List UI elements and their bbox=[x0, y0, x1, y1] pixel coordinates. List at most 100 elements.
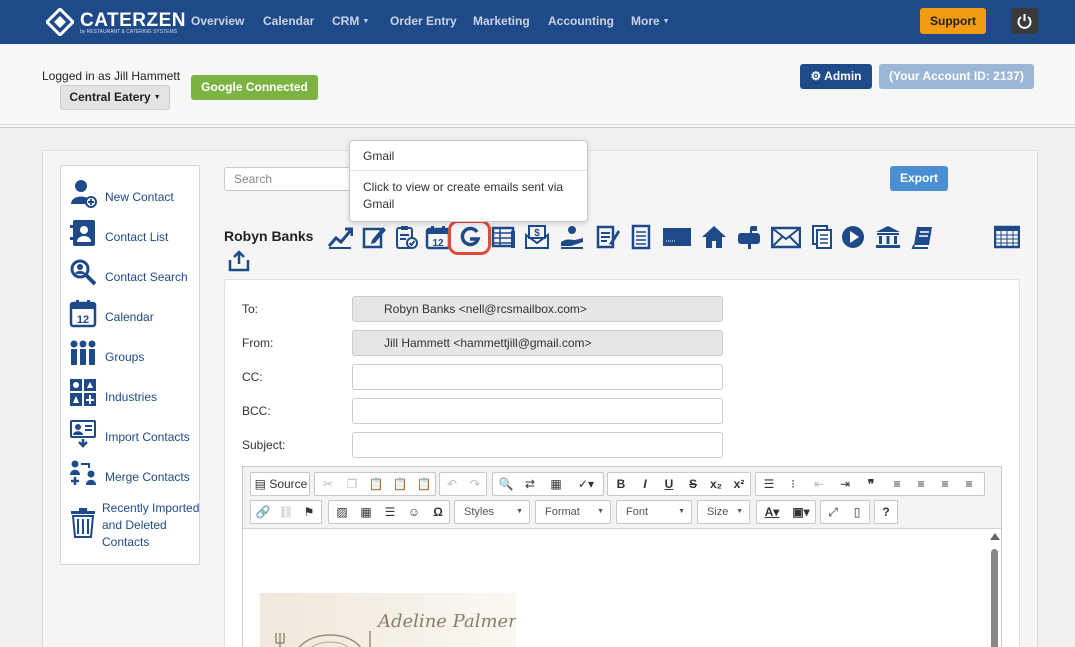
help-icon[interactable]: ? bbox=[875, 501, 897, 523]
notes-icon[interactable] bbox=[595, 224, 621, 250]
clipboard-check-icon[interactable] bbox=[393, 224, 419, 250]
sidebar-item-contact-search[interactable]: Contact Search bbox=[69, 258, 199, 292]
background-color-icon[interactable]: ▣▾ bbox=[788, 501, 814, 523]
table-icon[interactable]: ▦ bbox=[355, 501, 377, 523]
company-select[interactable]: Central Eatery ▼ bbox=[60, 85, 170, 110]
underline-icon[interactable]: U bbox=[658, 473, 680, 495]
google-connected-button[interactable]: Google Connected bbox=[191, 75, 318, 100]
indent-icon[interactable]: ⇥ bbox=[834, 473, 856, 495]
bold-icon[interactable]: B bbox=[610, 473, 632, 495]
source-group: ▤ Source bbox=[250, 472, 310, 496]
align-right-icon[interactable]: ≡ bbox=[934, 473, 956, 495]
cc-field[interactable] bbox=[352, 364, 723, 390]
sidebar-item-import-contacts[interactable]: Import Contacts bbox=[69, 418, 199, 452]
envelope-icon[interactable] bbox=[770, 224, 802, 250]
tooltip-title: Gmail bbox=[350, 141, 587, 171]
unlink-icon[interactable]: ⛓ bbox=[275, 501, 297, 523]
sidebar-item-new-contact[interactable]: New Contact bbox=[69, 178, 199, 212]
mailbox-icon[interactable] bbox=[736, 224, 762, 250]
document-icon[interactable] bbox=[628, 224, 654, 250]
nav-calendar[interactable]: Calendar bbox=[263, 14, 314, 28]
numbered-list-icon[interactable]: ☰ bbox=[758, 473, 780, 495]
caterzen-logo[interactable]: CATERZEN by RESTAURANT & CATERING SYSTEM… bbox=[46, 8, 186, 36]
share-icon[interactable] bbox=[227, 250, 251, 272]
home-icon[interactable] bbox=[701, 224, 727, 250]
ledger-icon[interactable] bbox=[491, 224, 517, 250]
subject-field[interactable] bbox=[352, 432, 723, 458]
source-button[interactable]: ▤ Source bbox=[253, 473, 309, 495]
nav-more[interactable]: More ▼ bbox=[631, 14, 670, 28]
strikethrough-icon[interactable]: S bbox=[682, 473, 704, 495]
sidebar-item-contact-list[interactable]: Contact List bbox=[69, 218, 199, 252]
edit-icon[interactable] bbox=[361, 224, 387, 250]
styles-select[interactable]: Styles ▼ bbox=[454, 500, 530, 524]
editor-scrollbar[interactable] bbox=[988, 529, 1001, 647]
italic-icon[interactable]: I bbox=[634, 473, 656, 495]
bulleted-list-icon[interactable]: ⁝ bbox=[782, 473, 804, 495]
invoice-icon[interactable]: $ bbox=[524, 224, 550, 250]
sidebar-item-merge-contacts[interactable]: Merge Contacts bbox=[69, 458, 199, 492]
sidebar-item-industries[interactable]: Industries bbox=[69, 378, 199, 412]
scroll-thumb[interactable] bbox=[991, 549, 998, 647]
scroll-up-icon[interactable] bbox=[990, 533, 1000, 540]
undo-icon[interactable]: ↶ bbox=[441, 473, 463, 495]
nav-marketing[interactable]: Marketing bbox=[473, 14, 530, 28]
tools-group: ⤢ ▯ bbox=[820, 500, 870, 524]
nav-accounting[interactable]: Accounting bbox=[548, 14, 614, 28]
from-field[interactable]: Jill Hammett <hammettjill@gmail.com> bbox=[352, 330, 723, 356]
contact-search-input[interactable] bbox=[224, 167, 354, 191]
show-blocks-icon[interactable]: ▯ bbox=[846, 501, 868, 523]
bcc-field[interactable] bbox=[352, 398, 723, 424]
replace-icon[interactable]: ⇄ bbox=[519, 473, 541, 495]
special-char-icon[interactable]: Ω bbox=[427, 501, 449, 523]
support-button[interactable]: Support bbox=[920, 8, 986, 34]
redo-icon[interactable]: ↷ bbox=[464, 473, 486, 495]
subscript-icon[interactable]: x₂ bbox=[705, 473, 727, 495]
nav-crm[interactable]: CRM ▼ bbox=[332, 14, 369, 28]
files-icon[interactable] bbox=[809, 224, 835, 250]
smiley-icon[interactable]: ☺ bbox=[403, 501, 425, 523]
logout-button[interactable] bbox=[1011, 8, 1038, 34]
sidebar-item-calendar[interactable]: 12 Calendar bbox=[69, 298, 199, 332]
image-icon[interactable]: ▨ bbox=[331, 501, 353, 523]
card-icon[interactable] bbox=[662, 224, 692, 250]
outdent-icon[interactable]: ⇤ bbox=[808, 473, 830, 495]
align-left-icon[interactable]: ≡ bbox=[886, 473, 908, 495]
bank-icon[interactable] bbox=[875, 224, 901, 250]
font-select[interactable]: Font ▼ bbox=[616, 500, 692, 524]
logo-subtext: by RESTAURANT & CATERING SYSTEMS bbox=[80, 29, 177, 35]
find-icon[interactable]: 🔍 bbox=[495, 473, 517, 495]
hand-coin-icon[interactable] bbox=[559, 224, 585, 250]
spellcheck-icon[interactable]: ✓▾ bbox=[571, 473, 601, 495]
play-icon[interactable] bbox=[840, 224, 866, 250]
chart-trend-icon[interactable] bbox=[327, 224, 354, 250]
paste-word-icon[interactable]: 📋 bbox=[413, 473, 435, 495]
nav-order-entry[interactable]: Order Entry bbox=[390, 14, 457, 28]
justify-icon[interactable]: ≡ bbox=[958, 473, 980, 495]
book-icon[interactable] bbox=[910, 224, 936, 250]
rich-text-editor: ▤ Source ✂ ❐ 📋 📋 📋 ↶ ↷ 🔍 ⇄ ▦ ✓▾ B I U S … bbox=[242, 466, 1002, 647]
select-all-icon[interactable]: ▦ bbox=[545, 473, 567, 495]
sidebar-item-recently-imported-deleted[interactable]: Recently Imported and Deleted Contacts bbox=[69, 500, 199, 554]
to-label: To: bbox=[242, 302, 259, 316]
paste-text-icon[interactable]: 📋 bbox=[389, 473, 411, 495]
maximize-icon[interactable]: ⤢ bbox=[822, 501, 844, 523]
export-button[interactable]: Export bbox=[890, 166, 948, 191]
to-field[interactable]: Robyn Banks <nell@rcsmailbox.com> bbox=[352, 296, 723, 322]
admin-button[interactable]: ⚙ Admin bbox=[800, 64, 872, 89]
horizontal-line-icon[interactable]: ☰ bbox=[379, 501, 401, 523]
text-color-icon[interactable]: A▾ bbox=[759, 501, 785, 523]
nav-overview[interactable]: Overview bbox=[191, 14, 244, 28]
copy-icon[interactable]: ❐ bbox=[341, 473, 363, 495]
cut-icon[interactable]: ✂ bbox=[317, 473, 339, 495]
paste-icon[interactable]: 📋 bbox=[365, 473, 387, 495]
size-select[interactable]: Size ▼ bbox=[697, 500, 750, 524]
superscript-icon[interactable]: x² bbox=[728, 473, 750, 495]
spreadsheet-icon[interactable] bbox=[993, 224, 1021, 250]
sidebar-item-groups[interactable]: Groups bbox=[69, 338, 199, 372]
blockquote-icon[interactable]: ❞ bbox=[860, 473, 882, 495]
align-center-icon[interactable]: ≡ bbox=[910, 473, 932, 495]
link-icon[interactable]: 🔗 bbox=[252, 501, 274, 523]
anchor-flag-icon[interactable]: ⚑ bbox=[298, 501, 320, 523]
format-select[interactable]: Format ▼ bbox=[535, 500, 611, 524]
